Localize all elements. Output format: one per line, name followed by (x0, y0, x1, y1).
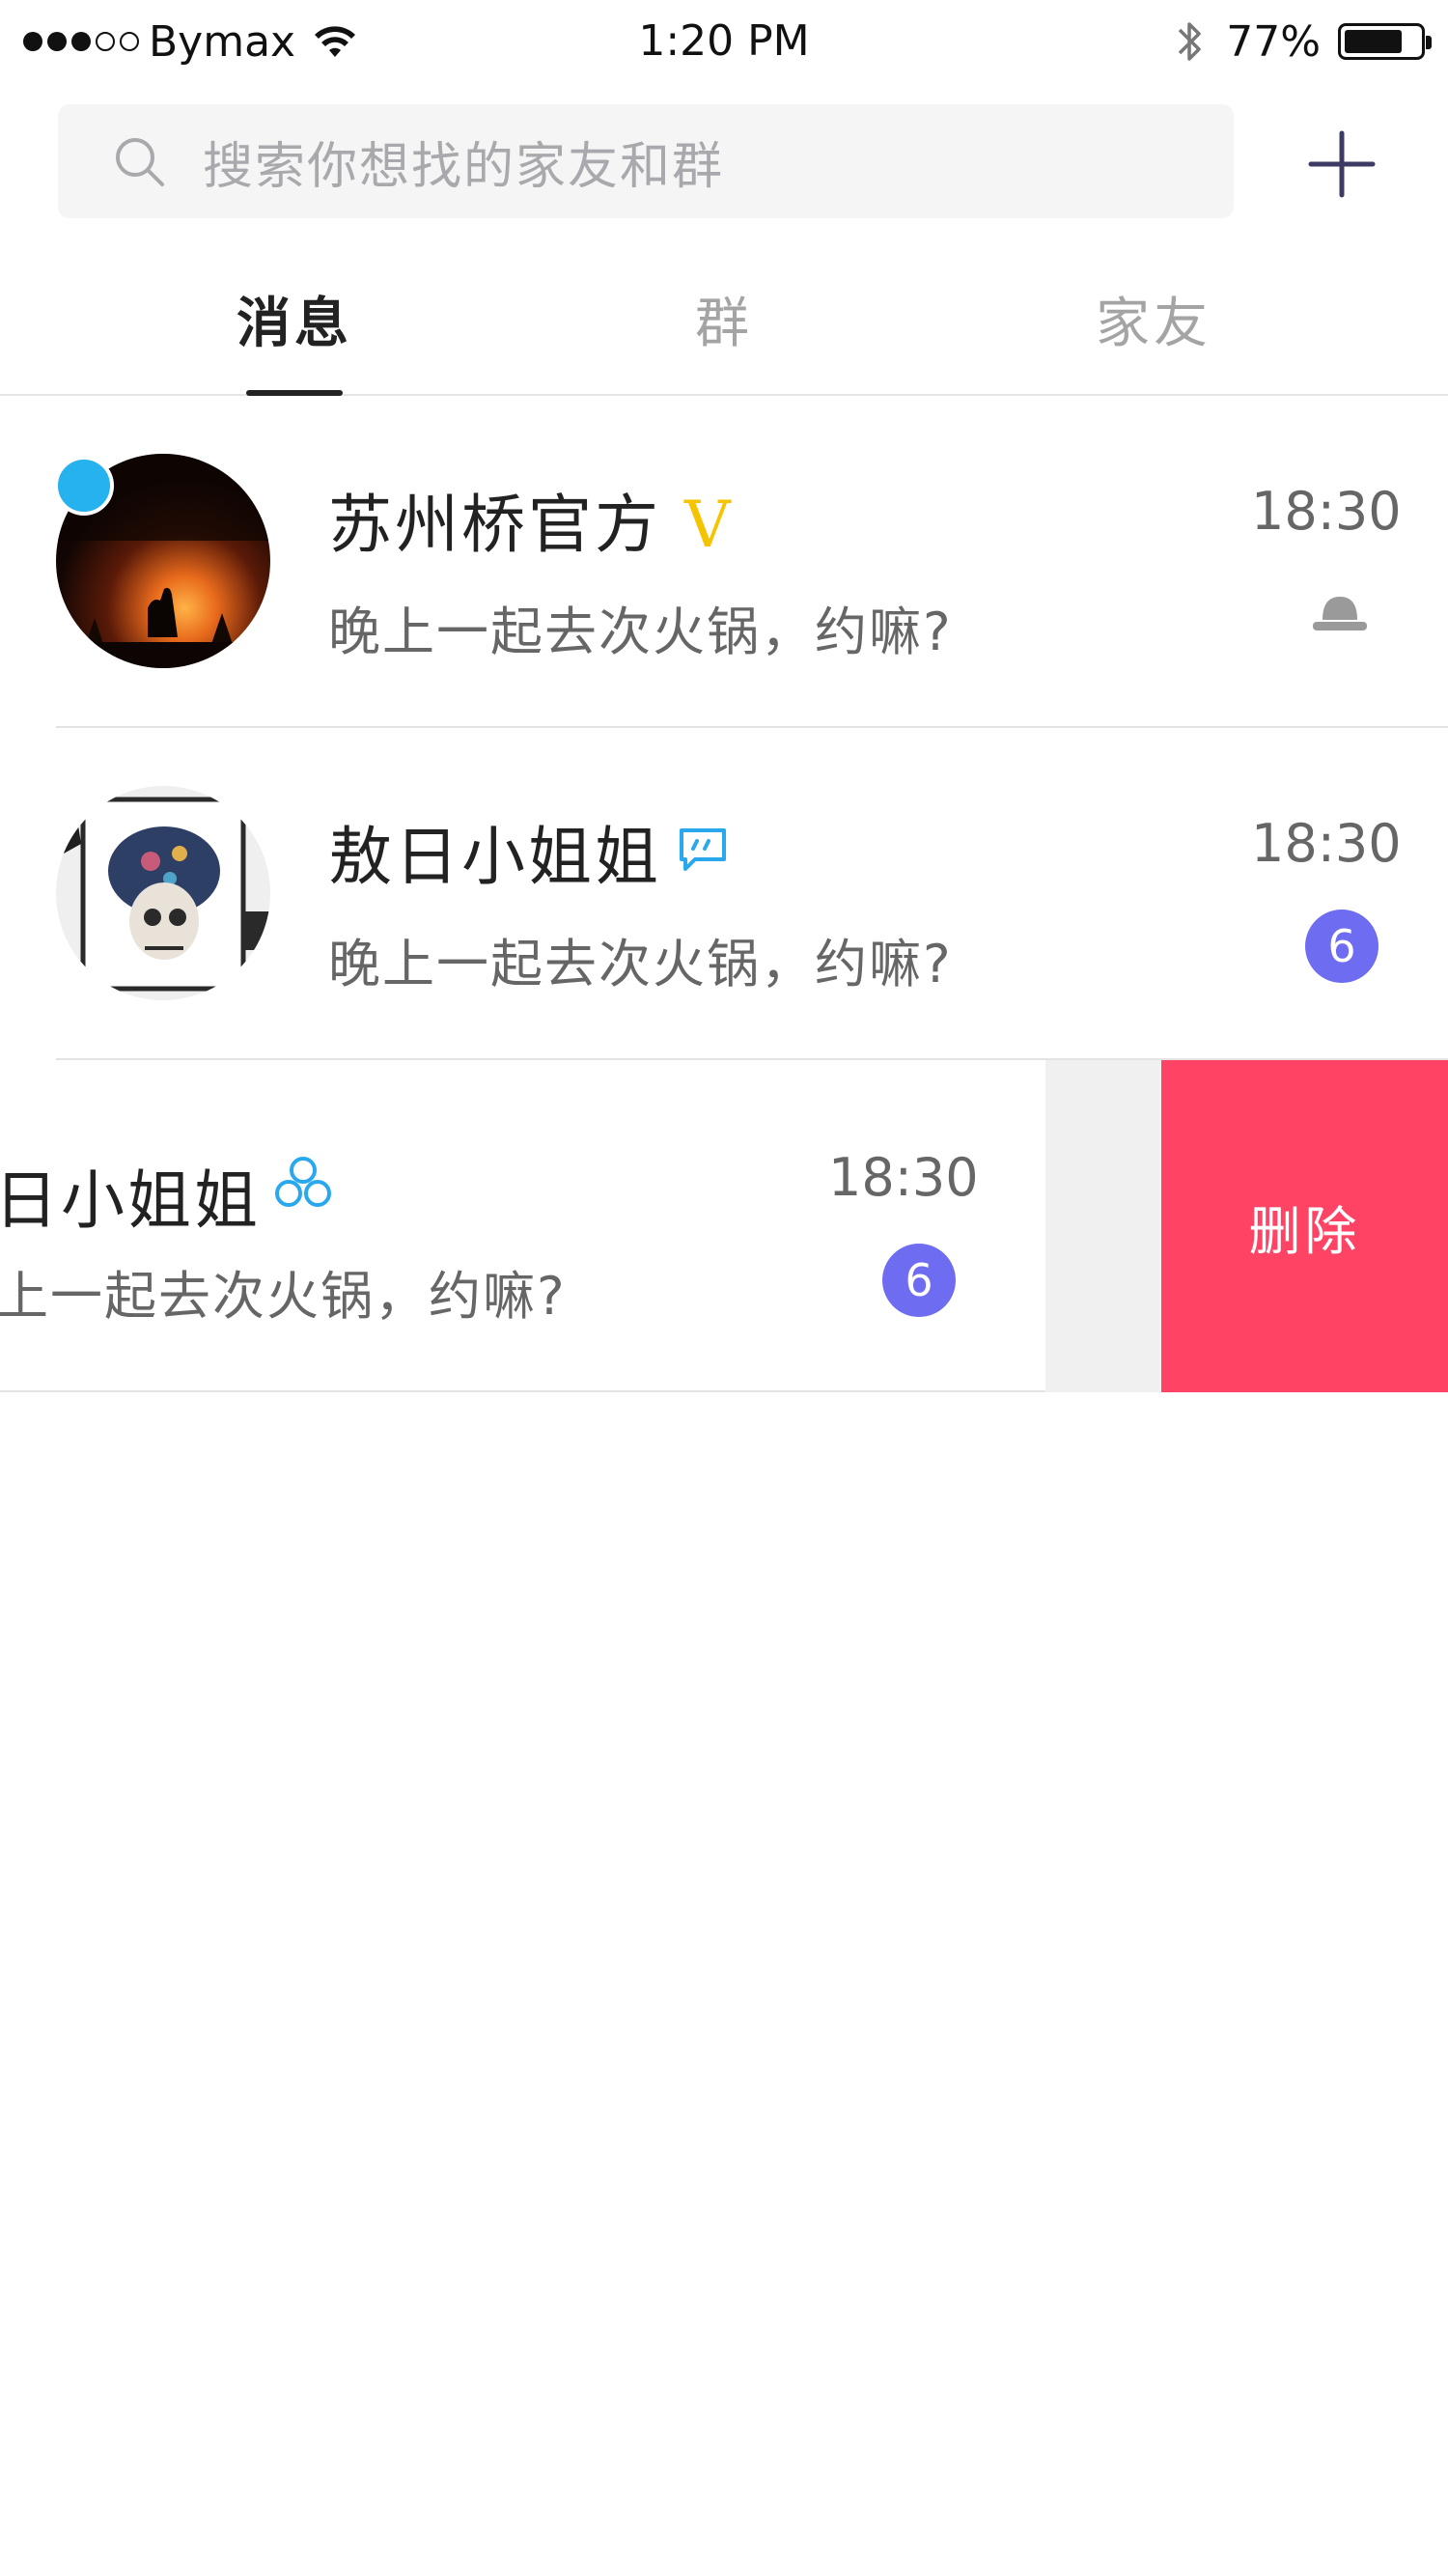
search-icon (116, 138, 164, 186)
status-bar: Bymax 1:20 PM 77% (0, 0, 1448, 83)
unread-count-badge: 6 (882, 1244, 956, 1317)
battery-percent: 77% (1226, 16, 1321, 67)
tab-messages[interactable]: 消息 (198, 251, 391, 396)
message-preview: 晚上一起去次火锅，约嘛? (328, 934, 953, 994)
message-preview: 上一起去次火锅，约嘛? (0, 1266, 567, 1327)
bluetooth-icon (1178, 22, 1201, 61)
verified-badge: V (683, 488, 734, 562)
unread-count-badge: 6 (1305, 910, 1378, 983)
chat-bubble-icon (680, 828, 726, 871)
tab-label: 消息 (237, 293, 352, 355)
conversation-name: 日小姐姐 (0, 1163, 261, 1238)
tab-friends[interactable]: 家友 (1057, 251, 1250, 396)
tab-groups[interactable]: 群 (627, 251, 821, 396)
delete-button[interactable]: 删除 (1161, 1060, 1448, 1392)
group-icon (275, 1157, 331, 1207)
search-placeholder: 搜索你想找的家友和群 (203, 137, 725, 196)
unread-dot (54, 456, 114, 516)
conversation-row[interactable]: 苏州桥官方 V 晚上一起去次火锅，约嘛? 18:30 (0, 396, 1448, 728)
tab-label: 家友 (1096, 293, 1211, 355)
message-time: 18:30 (1251, 481, 1402, 542)
conversation-row-swiped[interactable]: 日小姐姐 上一起去次火锅，约嘛? 18:30 6 删除 (0, 1060, 1448, 1392)
battery-icon (1338, 23, 1432, 60)
search-input[interactable]: 搜索你想找的家友和群 (58, 104, 1234, 218)
message-time: 18:30 (1251, 813, 1402, 874)
conversation-name: 敖日小姐姐 (328, 820, 661, 894)
tab-bar: 消息 群 家友 (0, 251, 1448, 396)
conversation-name: 苏州桥官方 V (328, 488, 734, 562)
avatar (56, 786, 270, 1000)
message-preview: 晚上一起去次火锅，约嘛? (328, 602, 953, 662)
messages-screen: Bymax 1:20 PM 77% 搜索你想找的家友和群 消息 群 家友 苏州桥… (0, 0, 1448, 2576)
conversation-row[interactable]: 敖日小姐姐 晚上一起去次火锅，约嘛? 18:30 6 (0, 728, 1448, 1060)
message-time: 18:30 (828, 1147, 979, 1208)
add-button[interactable] (1305, 127, 1378, 201)
tab-label: 群 (695, 293, 753, 355)
muted-hat-icon (1313, 597, 1367, 630)
row-divider (0, 1390, 1045, 1392)
status-right: 77% (1174, 10, 1432, 73)
swipe-gap (1045, 1060, 1161, 1392)
